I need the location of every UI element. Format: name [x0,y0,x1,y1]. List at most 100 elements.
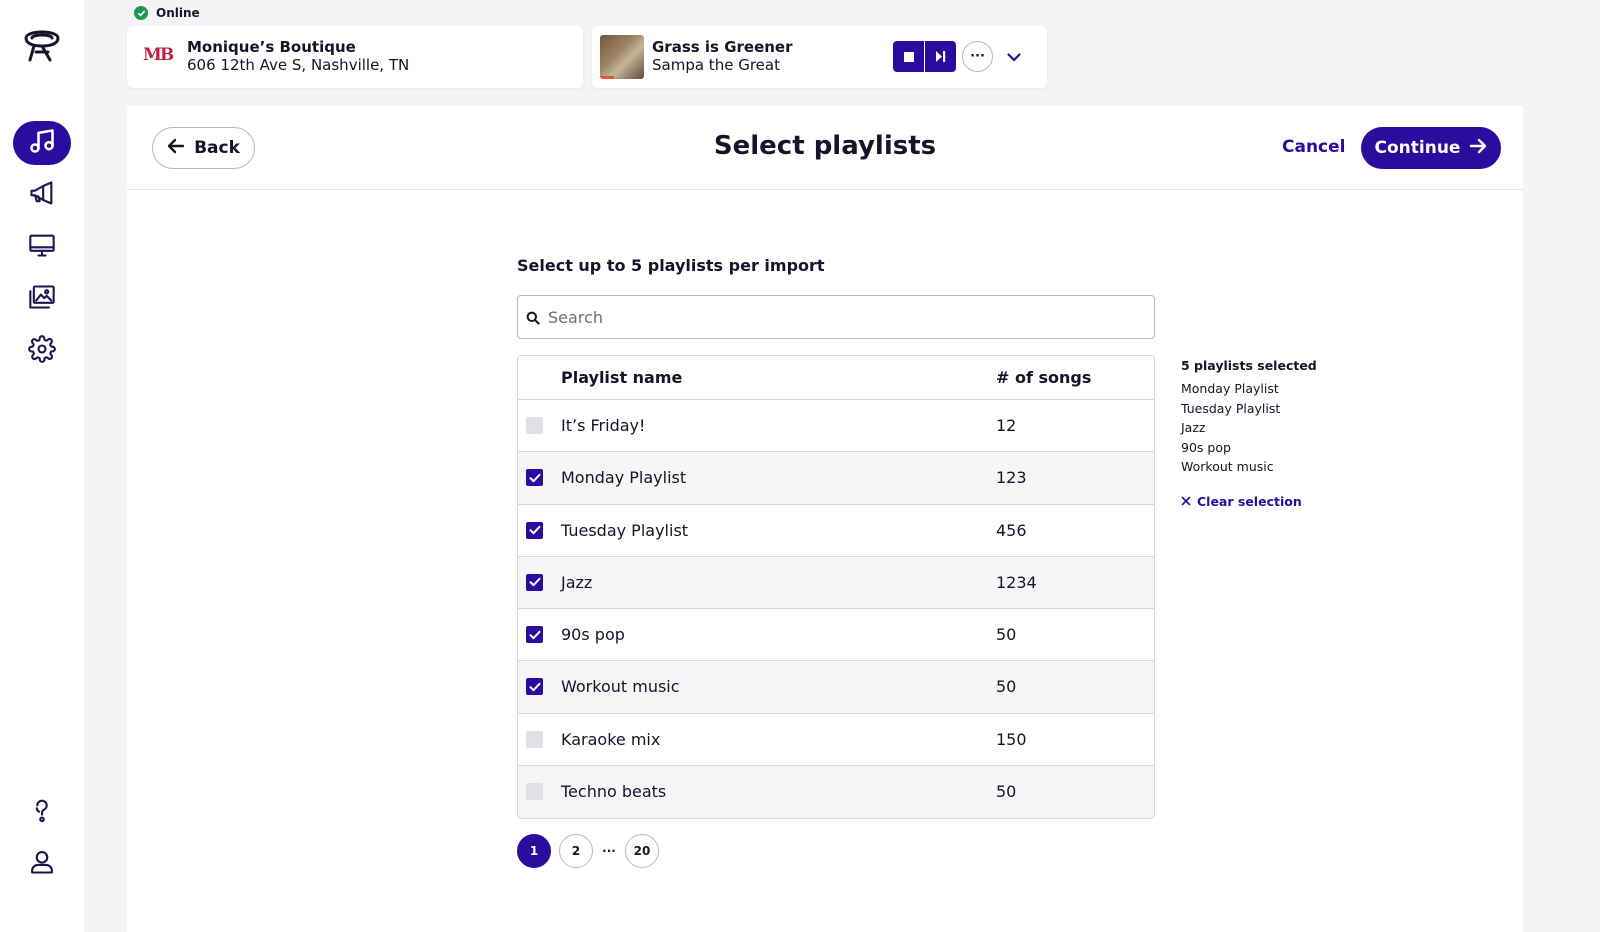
row-check-cell [518,678,561,696]
gear-icon [28,335,56,367]
pagination: 1 2 ··· 20 [517,834,659,868]
checkmark-icon [529,525,540,535]
playlist-checkbox[interactable] [526,626,543,644]
chevron-down-icon [1007,47,1021,66]
checkmark-icon [529,578,540,587]
selection-count: 5 playlists selected [1181,358,1317,373]
playlist-name: Karaoke mix [561,729,661,749]
clear-selection-label: Clear selection [1197,493,1302,509]
main-panel: Back Select playlists Cancel Continue Se… [127,106,1523,932]
sidebar-item-announcements[interactable] [13,173,71,217]
selected-item: 90s pop [1181,439,1231,455]
table-row[interactable]: It’s Friday! 12 [518,400,1154,453]
location-card[interactable]: MB Monique’s Boutique 606 12th Ave S, Na… [127,26,583,88]
sidebar-item-display[interactable] [13,225,71,269]
playlist-song-count: 12 [996,416,1017,436]
track-artist: Sampa the Great [652,56,780,74]
search-input[interactable] [548,296,1148,338]
row-check-cell [518,730,561,748]
music-note-icon [28,127,56,159]
track-title: Grass is Greener [652,38,793,56]
instruction-text: Select up to 5 playlists per import [517,256,825,275]
checkmark-icon [529,630,540,639]
page-button-2[interactable]: 2 [559,834,593,868]
check-circle-icon [134,6,148,20]
skip-icon [935,47,946,66]
playlist-checkbox[interactable] [526,678,543,696]
continue-label: Continue [1374,138,1461,158]
playlist-song-count: 150 [996,729,1027,749]
table-row[interactable]: 90s pop 50 [518,609,1154,662]
playlist-song-count: 456 [996,520,1027,540]
playlist-name: Tuesday Playlist [561,520,689,540]
selected-item: Monday Playlist [1181,381,1279,396]
playlist-checkbox[interactable] [526,417,543,435]
expand-player-button[interactable] [1003,45,1025,67]
more-icon: ··· [970,49,985,64]
close-icon [1181,494,1191,509]
album-art [600,35,644,79]
sidebar-item-settings[interactable] [13,329,71,373]
selection-summary: 5 playlists selected Monday Playlist Tue… [1181,358,1317,509]
playlist-name: Workout music [561,677,680,697]
location-name: Monique’s Boutique [187,38,356,56]
selected-item: Jazz [1181,420,1206,436]
playlist-name: Techno beats [561,782,667,802]
playlist-song-count: 1234 [996,572,1037,592]
location-logo: MB [143,45,174,65]
playlist-checkbox[interactable] [526,730,543,748]
skip-button[interactable] [925,41,956,72]
app-logo-icon[interactable] [22,24,62,64]
playlist-name: Monday Playlist [561,468,687,488]
column-header-name: Playlist name [561,368,683,387]
stop-button[interactable] [893,41,924,72]
row-check-cell [518,521,561,539]
cancel-button[interactable]: Cancel [1282,137,1345,157]
images-icon [28,283,56,315]
checkmark-icon [529,682,540,692]
playlist-checkbox[interactable] [526,783,543,801]
sidebar-item-help[interactable] [13,790,71,834]
row-check-cell [518,417,561,435]
continue-button[interactable]: Continue [1361,127,1501,169]
megaphone-icon [28,179,56,211]
help-icon [28,796,56,828]
page-button-1[interactable]: 1 [517,834,551,868]
table-row[interactable]: Techno beats 50 [518,765,1154,818]
status-label: Online [156,6,200,20]
monitor-icon [28,231,56,263]
sidebar-item-account[interactable] [13,842,71,886]
search-box [517,295,1155,339]
connection-status: Online [134,6,200,20]
checkmark-icon [529,473,540,483]
clear-selection-button[interactable]: Clear selection [1181,494,1317,509]
table-row[interactable]: Jazz 1234 [518,556,1154,609]
arrow-right-icon [1469,138,1487,159]
more-options-button[interactable]: ··· [962,41,993,72]
playlist-checkbox[interactable] [526,573,543,591]
playlist-song-count: 50 [996,782,1017,802]
row-check-cell [518,573,561,591]
sidebar-item-media[interactable] [13,277,71,321]
page-button-20[interactable]: 20 [625,834,659,868]
page-header: Back Select playlists Cancel Continue [127,106,1523,190]
row-check-cell [518,626,561,644]
playlist-song-count: 50 [996,677,1017,697]
playlist-song-count: 50 [996,625,1017,645]
column-header-count: # of songs [996,368,1092,387]
table-row[interactable]: Tuesday Playlist 456 [518,505,1154,557]
sidebar-item-music[interactable] [13,121,71,165]
stop-icon [903,47,914,66]
selected-item: Workout music [1181,459,1274,475]
playlist-name: 90s pop [561,625,625,645]
playlist-checkbox[interactable] [526,521,543,539]
selection-list: Monday Playlist Tuesday Playlist Jazz 90… [1181,379,1317,477]
table-row[interactable]: Karaoke mix 150 [518,714,1154,766]
row-check-cell [518,783,561,801]
playlist-checkbox[interactable] [526,469,543,487]
location-address: 606 12th Ave S, Nashville, TN [187,56,410,74]
playlist-name: It’s Friday! [561,416,646,436]
table-row[interactable]: Workout music 50 [518,661,1154,714]
playlists-table: Playlist name # of songs It’s Friday! 12 M… [517,355,1155,819]
table-row[interactable]: Monday Playlist 123 [518,452,1154,505]
